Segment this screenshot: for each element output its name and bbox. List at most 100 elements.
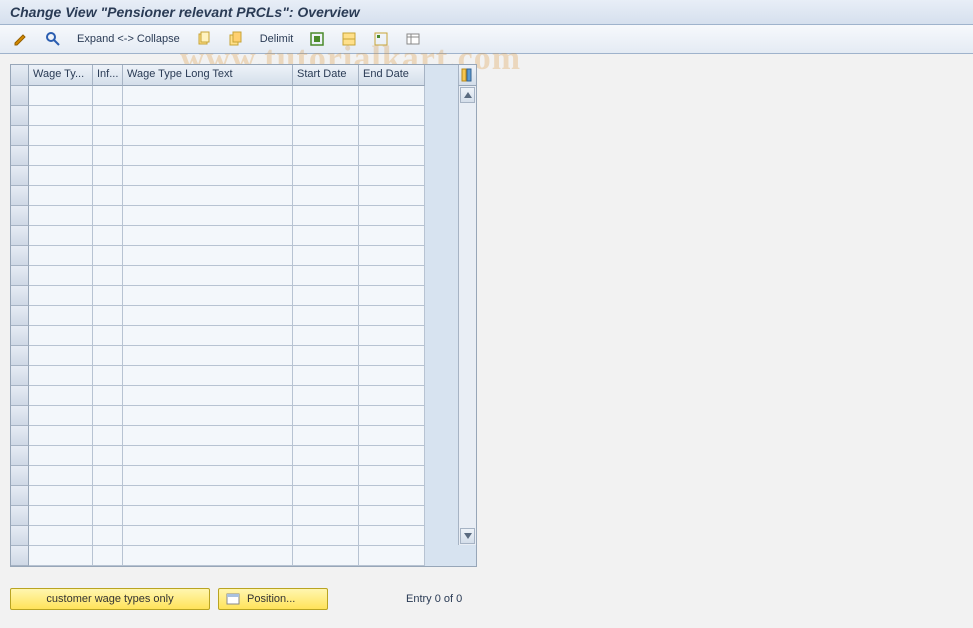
position-button[interactable]: Position... bbox=[218, 588, 328, 610]
table-cell[interactable] bbox=[93, 206, 123, 226]
table-cell[interactable] bbox=[29, 266, 93, 286]
table-cell[interactable] bbox=[93, 506, 123, 526]
table-cell[interactable] bbox=[93, 186, 123, 206]
table-cell[interactable] bbox=[29, 446, 93, 466]
table-cell[interactable] bbox=[93, 166, 123, 186]
table-cell[interactable] bbox=[359, 226, 425, 246]
expand-collapse-button[interactable]: Expand <-> Collapse bbox=[72, 30, 185, 48]
table-cell[interactable] bbox=[123, 186, 293, 206]
table-cell[interactable] bbox=[293, 266, 359, 286]
table-cell[interactable] bbox=[359, 546, 425, 566]
table-cell[interactable] bbox=[293, 166, 359, 186]
table-cell[interactable] bbox=[359, 186, 425, 206]
table-cell[interactable] bbox=[293, 106, 359, 126]
table-cell[interactable] bbox=[29, 346, 93, 366]
row-selector[interactable] bbox=[11, 126, 29, 146]
table-cell[interactable] bbox=[123, 206, 293, 226]
table-cell[interactable] bbox=[29, 206, 93, 226]
table-cell[interactable] bbox=[123, 386, 293, 406]
row-select-header[interactable] bbox=[11, 65, 29, 86]
table-cell[interactable] bbox=[93, 446, 123, 466]
col-header-end-date[interactable]: End Date bbox=[359, 65, 425, 86]
table-cell[interactable] bbox=[293, 466, 359, 486]
table-cell[interactable] bbox=[123, 406, 293, 426]
row-selector[interactable] bbox=[11, 506, 29, 526]
vertical-scrollbar[interactable] bbox=[458, 86, 476, 545]
table-cell[interactable] bbox=[359, 266, 425, 286]
table-cell[interactable] bbox=[29, 146, 93, 166]
row-selector[interactable] bbox=[11, 226, 29, 246]
table-cell[interactable] bbox=[123, 486, 293, 506]
table-cell[interactable] bbox=[293, 206, 359, 226]
table-cell[interactable] bbox=[293, 446, 359, 466]
table-cell[interactable] bbox=[293, 126, 359, 146]
table-cell[interactable] bbox=[123, 306, 293, 326]
row-selector[interactable] bbox=[11, 446, 29, 466]
table-cell[interactable] bbox=[29, 106, 93, 126]
row-selector[interactable] bbox=[11, 166, 29, 186]
find-icon[interactable] bbox=[40, 28, 66, 50]
row-selector[interactable] bbox=[11, 286, 29, 306]
row-selector[interactable] bbox=[11, 306, 29, 326]
table-cell[interactable] bbox=[359, 366, 425, 386]
table-cell[interactable] bbox=[123, 466, 293, 486]
select-block-icon[interactable] bbox=[336, 28, 362, 50]
table-cell[interactable] bbox=[293, 86, 359, 106]
table-cell[interactable] bbox=[29, 426, 93, 446]
table-cell[interactable] bbox=[293, 286, 359, 306]
table-cell[interactable] bbox=[123, 126, 293, 146]
row-selector[interactable] bbox=[11, 546, 29, 566]
row-selector[interactable] bbox=[11, 526, 29, 546]
row-selector[interactable] bbox=[11, 366, 29, 386]
table-cell[interactable] bbox=[359, 286, 425, 306]
table-cell[interactable] bbox=[359, 86, 425, 106]
table-cell[interactable] bbox=[123, 526, 293, 546]
table-cell[interactable] bbox=[93, 306, 123, 326]
table-cell[interactable] bbox=[359, 466, 425, 486]
table-cell[interactable] bbox=[293, 186, 359, 206]
table-cell[interactable] bbox=[123, 166, 293, 186]
scroll-up-icon[interactable] bbox=[460, 87, 475, 103]
table-cell[interactable] bbox=[29, 226, 93, 246]
table-cell[interactable] bbox=[359, 106, 425, 126]
row-selector[interactable] bbox=[11, 266, 29, 286]
table-cell[interactable] bbox=[93, 386, 123, 406]
row-selector[interactable] bbox=[11, 386, 29, 406]
table-cell[interactable] bbox=[93, 546, 123, 566]
select-all-icon[interactable] bbox=[304, 28, 330, 50]
col-header-inf[interactable]: Inf... bbox=[93, 65, 123, 86]
table-cell[interactable] bbox=[293, 326, 359, 346]
table-cell[interactable] bbox=[123, 366, 293, 386]
table-cell[interactable] bbox=[123, 246, 293, 266]
table-cell[interactable] bbox=[359, 166, 425, 186]
table-cell[interactable] bbox=[293, 406, 359, 426]
table-cell[interactable] bbox=[93, 426, 123, 446]
table-cell[interactable] bbox=[123, 286, 293, 306]
table-cell[interactable] bbox=[93, 406, 123, 426]
table-cell[interactable] bbox=[29, 366, 93, 386]
table-cell[interactable] bbox=[359, 146, 425, 166]
table-cell[interactable] bbox=[29, 406, 93, 426]
table-cell[interactable] bbox=[93, 366, 123, 386]
table-cell[interactable] bbox=[29, 126, 93, 146]
table-cell[interactable] bbox=[293, 526, 359, 546]
table-cell[interactable] bbox=[93, 266, 123, 286]
table-cell[interactable] bbox=[29, 526, 93, 546]
table-cell[interactable] bbox=[359, 526, 425, 546]
table-cell[interactable] bbox=[123, 226, 293, 246]
table-cell[interactable] bbox=[123, 146, 293, 166]
table-cell[interactable] bbox=[293, 246, 359, 266]
table-cell[interactable] bbox=[293, 426, 359, 446]
configure-columns-icon[interactable] bbox=[458, 65, 476, 86]
table-cell[interactable] bbox=[93, 226, 123, 246]
table-cell[interactable] bbox=[93, 526, 123, 546]
table-cell[interactable] bbox=[93, 86, 123, 106]
table-cell[interactable] bbox=[93, 326, 123, 346]
table-cell[interactable] bbox=[123, 506, 293, 526]
col-header-wage-type[interactable]: Wage Ty... bbox=[29, 65, 93, 86]
table-cell[interactable] bbox=[359, 346, 425, 366]
table-cell[interactable] bbox=[93, 106, 123, 126]
copy-all-icon[interactable] bbox=[223, 28, 249, 50]
table-cell[interactable] bbox=[29, 166, 93, 186]
table-cell[interactable] bbox=[29, 486, 93, 506]
